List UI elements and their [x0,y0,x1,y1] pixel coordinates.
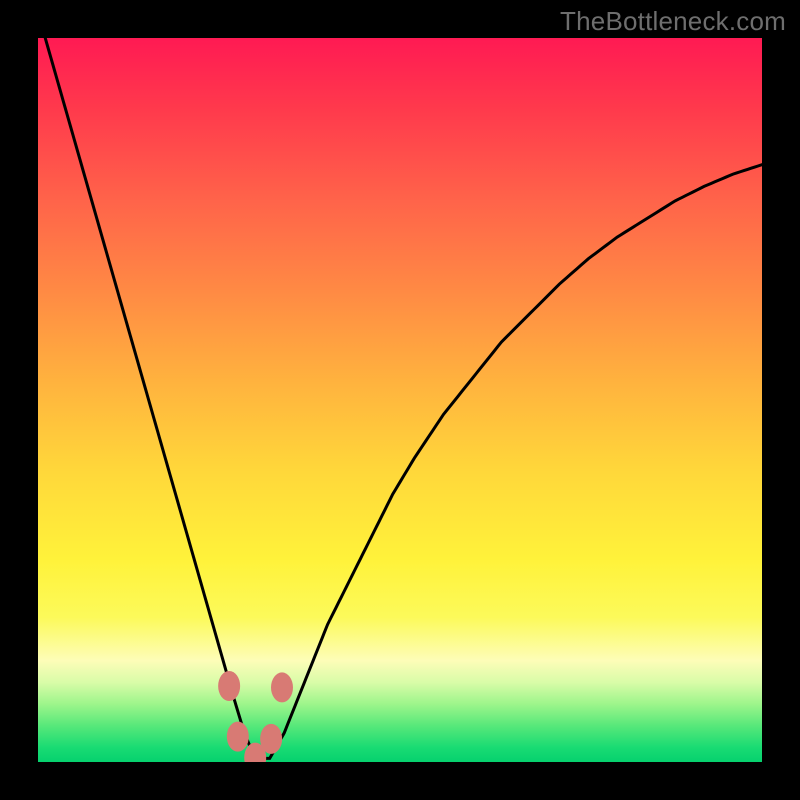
bottleneck-curve [45,38,762,758]
curve-svg [38,38,762,762]
watermark-text: TheBottleneck.com [560,6,786,37]
curve-layer [45,38,762,758]
curve-marker-0 [218,671,240,701]
curve-marker-1 [227,722,249,752]
curve-marker-4 [271,672,293,702]
curve-marker-3 [260,724,282,754]
marker-layer [218,671,293,762]
chart-frame: TheBottleneck.com [0,0,800,800]
plot-area [38,38,762,762]
